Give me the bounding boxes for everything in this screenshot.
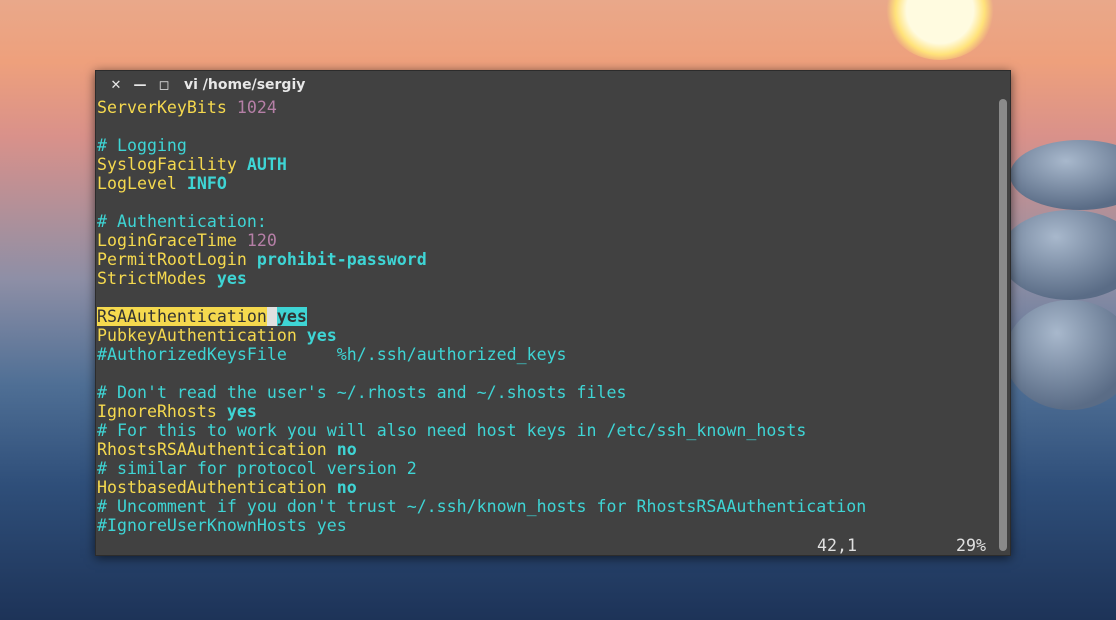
scrollbar[interactable] <box>999 99 1007 551</box>
window-title: vi /home/sergiy <box>184 77 306 93</box>
code-token: RSAAuthentication <box>97 307 267 326</box>
close-icon[interactable]: ✕ <box>104 78 128 93</box>
code-line: PermitRootLogin prohibit-password <box>97 250 866 269</box>
code-line: RSAAuthentication yes <box>97 307 866 326</box>
code-token: # Logging <box>97 136 187 155</box>
code-token: #IgnoreUserKnownHosts yes <box>97 516 347 535</box>
code-token: prohibit-password <box>256 250 427 269</box>
code-token: # Don't read the user's ~/.rhosts and ~/… <box>97 383 627 402</box>
code-token: yes <box>276 307 307 326</box>
code-token: #AuthorizedKeysFile %h/.ssh/authorized_k… <box>97 345 567 364</box>
code-line: #IgnoreUserKnownHosts yes <box>97 516 866 535</box>
code-token: # similar for protocol version 2 <box>97 459 417 478</box>
code-token: # Authentication: <box>97 212 267 231</box>
code-line: #AuthorizedKeysFile %h/.ssh/authorized_k… <box>97 345 866 364</box>
code-line: StrictModes yes <box>97 269 866 288</box>
code-line: LoginGraceTime 120 <box>97 231 866 250</box>
stone-background <box>1000 210 1116 300</box>
code-line: SyslogFacility AUTH <box>97 155 866 174</box>
code-line: # For this to work you will also need ho… <box>97 421 866 440</box>
sun-background <box>885 0 995 60</box>
code-token: PubkeyAuthentication <box>97 326 307 345</box>
scroll-percent: 29% <box>956 536 986 555</box>
code-token: LoginGraceTime <box>97 231 247 250</box>
maximize-icon[interactable]: ◻ <box>152 78 176 93</box>
code-token: LogLevel <box>97 174 187 193</box>
code-line: # Don't read the user's ~/.rhosts and ~/… <box>97 383 866 402</box>
vi-editor-buffer[interactable]: ServerKeyBits 1024 # Logging SyslogFacilit… <box>97 98 866 535</box>
code-line: ServerKeyBits 1024 <box>97 98 866 117</box>
code-token: ServerKeyBits <box>97 98 237 117</box>
code-token: HostbasedAuthentication <box>97 478 337 497</box>
code-token: SyslogFacility <box>97 155 247 174</box>
minimize-icon[interactable]: — <box>128 78 152 93</box>
code-line: RhostsRSAAuthentication no <box>97 440 866 459</box>
code-line: # Authentication: <box>97 212 866 231</box>
title-bar[interactable]: ✕ — ◻ vi /home/sergiy <box>96 71 1010 99</box>
code-line: # Uncomment if you don't trust ~/.ssh/kn… <box>97 497 866 516</box>
stone-background <box>1010 140 1116 210</box>
code-token: no <box>336 440 357 459</box>
code-token: IgnoreRhosts <box>97 402 227 421</box>
code-token: PermitRootLogin <box>97 250 257 269</box>
code-token: yes <box>226 402 257 421</box>
code-token: 1024 <box>236 98 277 117</box>
code-token: # Uncomment if you don't trust ~/.ssh/kn… <box>97 497 867 516</box>
code-token: INFO <box>186 174 227 193</box>
stone-background <box>1005 300 1116 410</box>
code-line: LogLevel INFO <box>97 174 866 193</box>
code-token: yes <box>306 326 337 345</box>
cursor-position: 42,1 <box>817 536 857 555</box>
cursor <box>266 307 277 326</box>
code-line: HostbasedAuthentication no <box>97 478 866 497</box>
code-token: StrictModes <box>97 269 217 288</box>
code-token: RhostsRSAAuthentication <box>97 440 337 459</box>
code-token: AUTH <box>246 155 287 174</box>
code-line: # Logging <box>97 136 866 155</box>
terminal-window: ✕ — ◻ vi /home/sergiy ServerKeyBits 1024… <box>95 70 1011 556</box>
code-line: # similar for protocol version 2 <box>97 459 866 478</box>
code-token: # For this to work you will also need ho… <box>97 421 807 440</box>
code-token: 120 <box>246 231 277 250</box>
code-line: PubkeyAuthentication yes <box>97 326 866 345</box>
code-line: IgnoreRhosts yes <box>97 402 866 421</box>
code-token: yes <box>216 269 247 288</box>
code-token: no <box>336 478 357 497</box>
